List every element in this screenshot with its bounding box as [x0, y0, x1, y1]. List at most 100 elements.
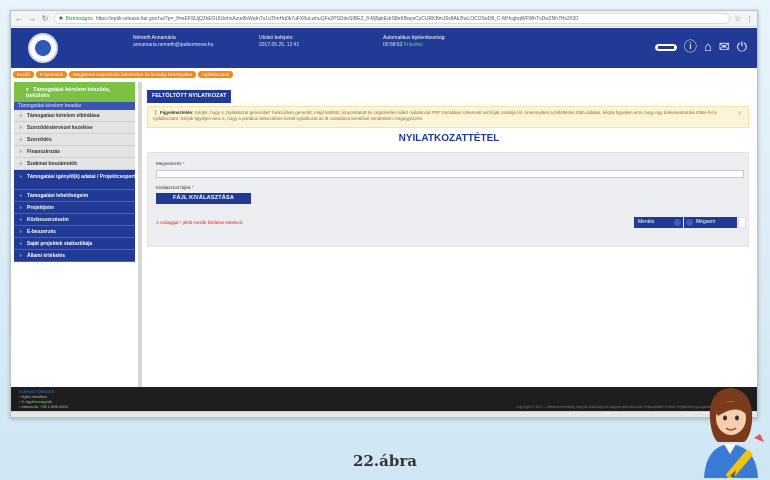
browser-window: ← → ↻ ■ Biztonságos https://epitk-releas…	[10, 10, 758, 418]
cancel-icon	[686, 219, 693, 226]
chevron-right-icon: ›	[20, 174, 22, 180]
footer: ELÉRHETŐSÉGEK › Nyitó mezőkre › E-ügyfél…	[11, 387, 757, 411]
sidebar-item-label: Támogatási kérelem készítés, beküldés	[26, 87, 111, 99]
chevron-right-icon: ›	[20, 253, 22, 259]
sidebar-item[interactable]: › Szerződés	[14, 134, 135, 146]
sidebar: ▾ Támogatási kérelem készítés, beküldés T…	[14, 82, 135, 262]
sidebar-item-label: Projektjeim	[27, 205, 54, 211]
warning-icon: ❗	[153, 110, 159, 115]
sidebar-item[interactable]: › Támogatási kérelem elbírálása	[14, 110, 135, 122]
sidebar-item-label: E-beszerzés	[27, 229, 56, 235]
sidebar-item-label: Szerződéstervezet kezelése	[27, 125, 93, 131]
chevron-right-icon: ›	[20, 205, 22, 211]
back-icon[interactable]: ←	[15, 14, 23, 23]
toggle-icon[interactable]	[654, 43, 677, 51]
main-content: FELTÖLTÖTT NYILATKOZAT ❗ Figyelmeztetés:…	[144, 79, 757, 387]
sidebar-item-active[interactable]: ▾ Támogatási kérelem készítés, beküldés	[14, 82, 135, 102]
sidebar-subitem[interactable]: Támogatási kérelem beadás	[14, 102, 135, 110]
mail-icon[interactable]: ✉	[719, 40, 730, 54]
save-icon	[674, 219, 681, 226]
breadcrumb-item[interactable]: Folyamatok	[35, 71, 68, 78]
horizontal-scrollbar[interactable]	[11, 411, 757, 417]
file-label: Kiválasztott fájlok *	[156, 185, 194, 190]
sidebar-item[interactable]: › Finanszírozás	[14, 146, 135, 158]
chevron-right-icon: ›	[20, 229, 22, 235]
sidebar-item-label: Támogatási kérelem elbírálása	[27, 113, 100, 119]
name-label: Megnevezés *	[156, 161, 185, 166]
sidebar-item-label: Szakmai beszámolók	[27, 161, 78, 167]
sidebar-item[interactable]: › E-beszerzés	[14, 226, 135, 238]
chevron-right-icon: ›	[20, 137, 22, 143]
address-bar[interactable]: ■ Biztonságos https://epitk-release.fair…	[54, 13, 730, 24]
sidebar-item-label: Állami értékelés	[27, 253, 66, 259]
figure-caption: 22.ábra	[353, 452, 417, 470]
sidebar-item[interactable]: › Állami értékelés	[14, 250, 135, 262]
user-info: Németh Annamária annamaria.nemeth@ipalte…	[133, 35, 213, 49]
sidebar-item[interactable]: › Szerződéstervezet kezelése	[14, 122, 135, 134]
last-login-label: Utolsó belépés:	[259, 35, 294, 41]
last-login-value: 2017.05.25. 12:41	[259, 42, 300, 48]
name-input[interactable]	[156, 170, 744, 178]
refresh-link[interactable]: Frissítés	[404, 42, 423, 48]
logout-icon[interactable]: ⏻	[737, 40, 747, 54]
chevron-right-icon: ›	[20, 241, 22, 247]
sidebar-item-label: Támogatási lehetőségeim	[27, 193, 89, 199]
sidebar-item[interactable]: › Projektjeim	[14, 202, 135, 214]
home-icon[interactable]: ⌂	[704, 40, 712, 54]
auto-logout: Automatikus kijelentkezésig: 00:58:53 Fr…	[383, 35, 446, 49]
chevron-right-icon: ›	[20, 149, 22, 155]
logo-mark	[35, 40, 51, 56]
url-text: https://epitk-release.fair.gov.hu/?p=_fl…	[95, 15, 579, 22]
chevron-right-icon: ›	[20, 193, 22, 199]
auto-logout-value: 00:58:53	[383, 42, 403, 48]
page-title: NYILATKOZATTÉTEL	[398, 133, 500, 144]
header-icons: ⓘ ⌂ ✉ ⏻	[654, 40, 747, 54]
sidebar-item[interactable]: › Támogatási lehetőségeim	[14, 190, 135, 202]
chevron-right-icon: ›	[20, 217, 22, 223]
sidebar-item[interactable]: › Közbeszerzéseim	[14, 214, 135, 226]
auto-logout-label: Automatikus kijelentkezésig:	[383, 35, 446, 41]
breadcrumb-item[interactable]: Nyilatkozatok	[198, 71, 234, 78]
browser-toolbar: ← → ↻ ■ Biztonságos https://epitk-releas…	[11, 11, 757, 27]
footer-contacts: ELÉRHETŐSÉGEK › Nyitó mezőkre › E-ügyfél…	[19, 389, 68, 409]
logo[interactable]	[28, 33, 58, 63]
warning-notice: ❗ Figyelmeztetés: Kérjük, hogy a „Nyilat…	[147, 106, 749, 128]
select-file-button[interactable]: FÁJL KIVÁLASZTÁSA	[156, 193, 251, 204]
breadcrumb: Kezdő Folyamatok Megjelenet Kapcsolódó k…	[13, 71, 234, 78]
sidebar-item[interactable]: › Szakmai beszámolók	[14, 158, 135, 170]
reload-icon[interactable]: ↻	[41, 14, 49, 23]
app-header: Németh Annamária annamaria.nemeth@ipalte…	[11, 28, 757, 68]
breadcrumb-item[interactable]: Megjelenet Kapcsolódó kérelmekre és bíró…	[69, 71, 197, 78]
close-icon[interactable]: ✕	[737, 111, 742, 117]
sidebar-item[interactable]: › Támogatási igénylő(k) adatai / Projektc…	[14, 170, 135, 190]
secure-label: Biztonságos	[65, 15, 93, 22]
resize-corner	[738, 217, 746, 228]
chevron-right-icon: ›	[20, 113, 22, 119]
teacher-mascot-icon	[704, 388, 764, 478]
breadcrumb-item[interactable]: Kezdő	[13, 71, 34, 78]
footer-link: › Infovonal: +36 1 896 0000	[19, 404, 68, 409]
sidebar-item[interactable]: › Saját projektek statisztikája	[14, 238, 135, 250]
user-name: Németh Annamária	[133, 35, 176, 41]
cancel-button[interactable]: Mégsem	[684, 217, 737, 228]
sidebar-item-label: Támogatási igénylő(k) adatai / Projektcs…	[27, 174, 136, 180]
save-button[interactable]: Mentés	[634, 217, 683, 228]
menu-icon[interactable]: ⋮	[746, 15, 753, 23]
star-icon[interactable]: ☆	[735, 15, 741, 23]
sidebar-item-label: Közbeszerzéseim	[27, 217, 69, 223]
required-note: A csillaggal * jelölt mezők kitöltése kö…	[156, 220, 244, 225]
chevron-right-icon: ›	[20, 161, 22, 167]
save-button-label: Mentés	[638, 219, 655, 225]
sidebar-item-label: Szerződés	[27, 137, 52, 143]
chevron-right-icon: ›	[20, 125, 22, 131]
user-email: annamaria.nemeth@ipaltermnew.hu	[133, 42, 214, 48]
sidebar-item-label: Finanszírozás	[27, 149, 61, 155]
statement-form: Megnevezés * Kiválasztott fájlok * FÁJL …	[147, 152, 749, 247]
forward-icon[interactable]: →	[28, 14, 36, 23]
lock-icon: ■	[59, 15, 63, 22]
sidebar-scrollbar[interactable]	[138, 82, 142, 390]
notice-label: Figyelmeztetés:	[159, 110, 194, 115]
sidebar-item-label: Saját projektek statisztikája	[27, 241, 93, 247]
info-icon[interactable]: ⓘ	[684, 40, 697, 54]
tab-uploaded-statement[interactable]: FELTÖLTÖTT NYILATKOZAT	[147, 90, 232, 103]
